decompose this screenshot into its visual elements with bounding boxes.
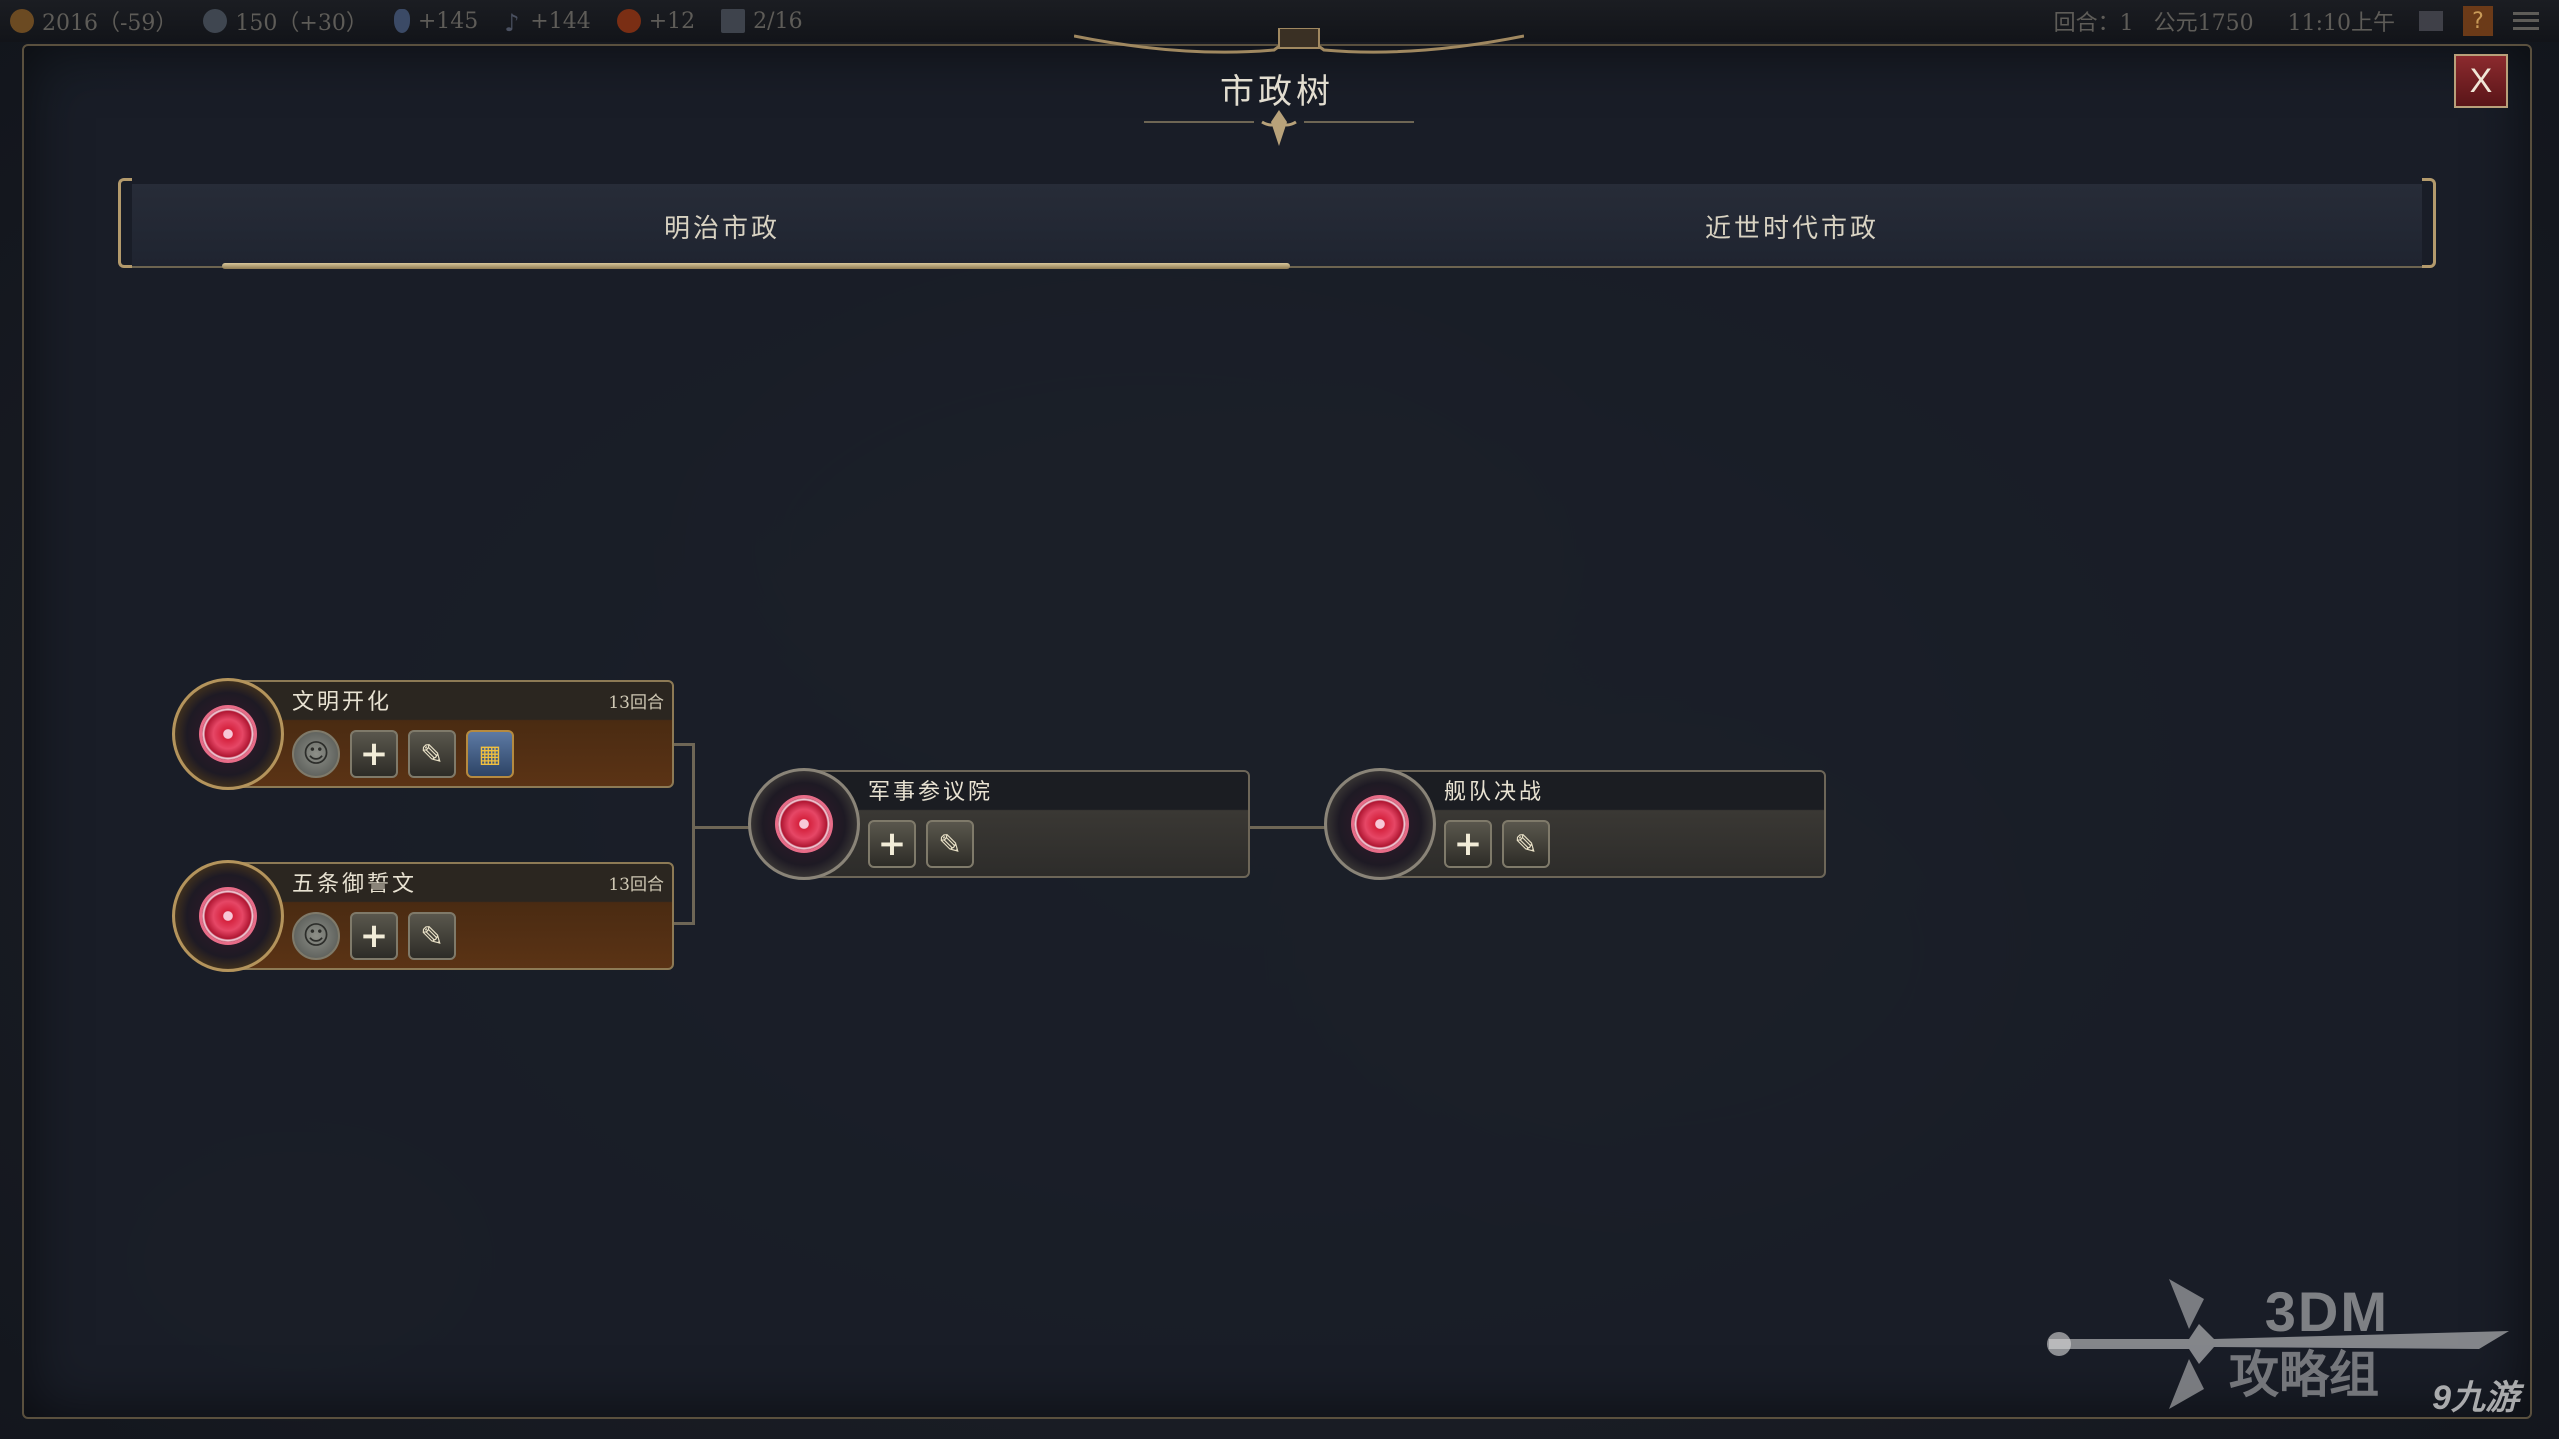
watermark-site: 9九游 — [2432, 1379, 2519, 1417]
music-note-icon: ♪ — [504, 9, 520, 37]
science-icon — [10, 9, 34, 33]
plus-icon[interactable]: + — [350, 730, 398, 778]
gold-yield[interactable]: 150（+30） — [203, 5, 368, 37]
civic-turns: 13回合 — [608, 693, 664, 713]
plus-icon[interactable]: + — [350, 912, 398, 960]
year-label: 公元1750 — [2153, 11, 2254, 36]
clock-label: 11:10上午 — [2287, 11, 2395, 36]
quill-icon[interactable]: ✎ — [1502, 820, 1550, 868]
portrait-icon[interactable]: ☺ — [292, 912, 340, 960]
civics-tree: 文明开化 13回合 ☺ + ✎ ▦ 五条御誓文 13回合 ☺ + ✎ 军事参议院… — [24, 46, 2534, 1421]
connector-line — [672, 743, 694, 746]
civics-tree-panel: 市政树 X 明治市政 近世时代市政 文明开化 13回合 ☺ + ✎ ▦ 五条御誓… — [22, 28, 2534, 1421]
civic-node-military-council[interactable]: 军事参议院 + ✎ — [748, 768, 1250, 880]
plus-icon[interactable]: + — [1444, 820, 1492, 868]
civic-medal — [748, 768, 860, 880]
tourism-icon — [616, 9, 641, 33]
menu-icon[interactable] — [2513, 12, 2539, 30]
plus-icon[interactable]: + — [868, 820, 916, 868]
tourism-yield[interactable]: +12 — [616, 9, 695, 34]
civic-name: 舰队决战 — [1444, 780, 1545, 805]
help-icon[interactable]: ? — [2463, 6, 2493, 36]
globe-icon — [203, 9, 228, 33]
civic-medal — [172, 678, 284, 790]
civic-medal — [172, 860, 284, 972]
chrysanthemum-icon — [202, 708, 254, 760]
connector-line — [672, 922, 694, 925]
faith-yield[interactable]: +145 — [393, 9, 478, 34]
chrysanthemum-icon — [778, 798, 830, 850]
watermark-sub: 攻略组 — [2229, 1347, 2379, 1403]
civic-unlocks: + ✎ — [868, 820, 984, 868]
chrysanthemum-icon — [202, 890, 254, 942]
culture-yield[interactable]: ♪ +144 — [504, 9, 590, 38]
civic-name: 军事参议院 — [868, 780, 994, 805]
turn-counter: 回合：1 — [2053, 11, 2134, 36]
watermark-logo: 3DM 攻略组 9九游 — [2039, 1269, 2519, 1419]
quill-icon[interactable]: ✎ — [408, 730, 456, 778]
civic-unlocks: + ✎ — [1444, 820, 1560, 868]
building-icon[interactable]: ▦ — [466, 730, 514, 778]
quill-icon[interactable]: ✎ — [408, 912, 456, 960]
civic-unlocks: ☺ + ✎ ▦ — [292, 730, 524, 778]
civic-name: 五条御誓文 — [292, 872, 418, 897]
portrait-icon[interactable]: ☺ — [292, 730, 340, 778]
city-icon — [721, 9, 746, 33]
civic-node-charter-oath[interactable]: 五条御誓文 13回合 ☺ + ✎ — [172, 860, 674, 972]
camera-icon[interactable] — [2419, 11, 2443, 31]
civic-medal — [1324, 768, 1436, 880]
civic-unlocks: ☺ + ✎ — [292, 912, 466, 960]
faith-icon — [393, 9, 410, 33]
civic-node-bunmei-kaika[interactable]: 文明开化 13回合 ☺ + ✎ ▦ — [172, 678, 674, 790]
civic-turns: 13回合 — [608, 875, 664, 895]
civic-name: 文明开化 — [292, 690, 393, 715]
game-status: 回合：1 公元1750 11:10上午 ? — [2034, 0, 2539, 42]
chrysanthemum-icon — [1354, 798, 1406, 850]
science-yield[interactable]: 2016（-59） — [10, 5, 177, 37]
connector-line — [692, 743, 695, 925]
quill-icon[interactable]: ✎ — [926, 820, 974, 868]
civic-node-fleet-decisive-battle[interactable]: 舰队决战 + ✎ — [1324, 768, 1826, 880]
cities-count[interactable]: 2/16 — [721, 9, 803, 34]
